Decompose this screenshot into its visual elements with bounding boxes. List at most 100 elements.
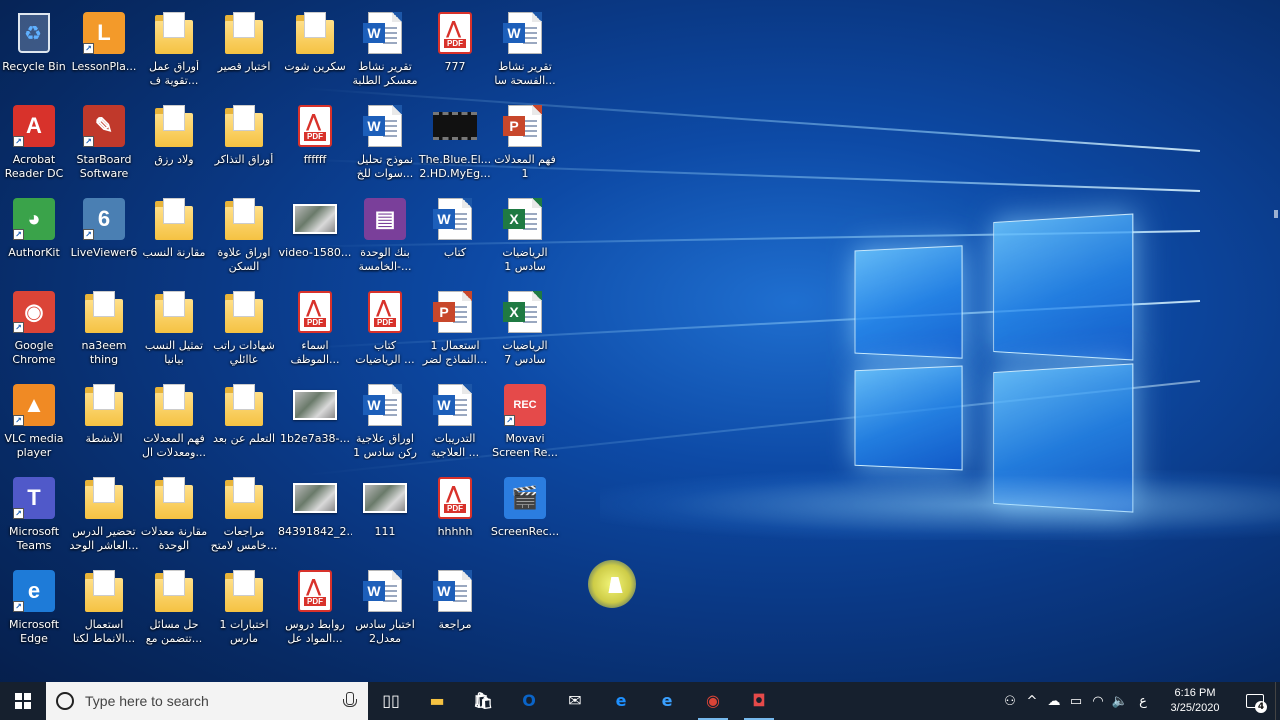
powerpoint-document-icon: P [432, 289, 478, 335]
chrome-icon: ◉ ↗ [11, 289, 57, 335]
desktop-icon[interactable]: ⋀ PDF روابط دروس المواد عل... [281, 562, 349, 650]
desktop-icon[interactable]: 1b2e7a38-... [280, 376, 350, 464]
desktop-icon[interactable]: ⋀ PDF كتاب الرياضيات ... [351, 283, 419, 371]
desktop-icon[interactable]: استعمال الانماط لكتا... [70, 562, 138, 650]
desktop-icon-label: اوراق علاجية ركن سادس 1 [353, 432, 417, 459]
microphone-icon[interactable] [342, 692, 357, 710]
show-desktop-button[interactable] [1275, 682, 1280, 720]
desktop-icon[interactable]: e ↗ Microsoft Edge [0, 562, 68, 650]
word-document-icon: W [432, 196, 478, 242]
desktop-icon[interactable]: REC ↗ Movavi Screen Re... [491, 376, 559, 464]
shortcut-arrow-icon: ↗ [13, 136, 24, 147]
onedrive-icon[interactable]: ☁ [1043, 682, 1065, 720]
desktop-icon[interactable]: X الرياضيات سادس 1 [491, 190, 559, 278]
taskbar-pinned-apps: ▯▯ ▬ 🛍 O ✉ e e ◉ ◘ [368, 682, 782, 720]
edge-button[interactable]: e [598, 682, 644, 720]
desktop-icon[interactable]: W تقرير نشاط معسكر الطلبة [351, 4, 419, 92]
desktop-icon[interactable]: مقارنة النسب [140, 190, 208, 278]
edge-icon: e [615, 691, 627, 710]
desktop-icon-label: Recycle Bin [2, 60, 66, 73]
desktop-icon[interactable]: P فهم المعدلات 1 [491, 97, 559, 185]
desktop-icon[interactable]: X الرياضيات سادس 7 [491, 283, 559, 371]
desktop-icon[interactable]: 6 ↗ LiveViewer6 [70, 190, 138, 278]
desktop-icon[interactable]: P استعمال 1 النماذج لضر... [421, 283, 489, 371]
desktop-icon[interactable]: ◉ ↗ Google Chrome [0, 283, 68, 371]
show-hidden-icons-chevron-icon[interactable]: ^ [1021, 682, 1043, 720]
desktop-icon[interactable]: مقارنة معدلات الوحدة [140, 469, 208, 557]
desktop-icon[interactable]: na3eem thing [70, 283, 138, 371]
desktop-icon[interactable]: اوراق علاوة السكن [210, 190, 278, 278]
desktop-icon[interactable]: تمثيل النسب بيانيا [140, 283, 208, 371]
desktop-icon[interactable]: T ↗ Microsoft Teams [0, 469, 68, 557]
desktop-icon[interactable]: ✎ ↗ StarBoard Software [70, 97, 138, 185]
desktop-icon[interactable]: W نموذج تحليل سوات للخ... [351, 97, 419, 185]
store-button[interactable]: 🛍 [460, 682, 506, 720]
task-view-button[interactable]: ▯▯ [368, 682, 414, 720]
recycle-bin-icon [11, 10, 57, 56]
taskbar-search-box[interactable]: Type here to search [46, 682, 368, 720]
desktop-icon-label: سكرين شوت [284, 60, 346, 73]
desktop-icon[interactable]: Recycle Bin [0, 4, 68, 92]
action-center-button[interactable]: 4 [1235, 682, 1275, 720]
image-thumbnail-icon [362, 475, 408, 521]
desktop-icon-label: كتاب [443, 246, 467, 259]
desktop-icon[interactable]: ⋀ PDF ffffff [281, 97, 349, 185]
desktop-icon[interactable]: تحضير الدرس العاشر الوحد... [69, 469, 139, 557]
outlook-button[interactable]: O [506, 682, 552, 720]
desktop-icon[interactable]: W التدريبات العلاجية ... [421, 376, 489, 464]
desktop-icon[interactable]: W اوراق علاجية ركن سادس 1 [351, 376, 419, 464]
desktop-icon[interactable]: ولاد رزق [140, 97, 208, 185]
desktop-icon[interactable]: اختبار قصير [210, 4, 278, 92]
clock[interactable]: 6:16 PM 3/25/2020 [1155, 686, 1235, 716]
desktop-icon[interactable]: W مراجعة [421, 562, 489, 650]
desktop-icon[interactable]: W اختبار سادس معدل2 [351, 562, 419, 650]
file-explorer-button[interactable]: ▬ [414, 682, 460, 720]
desktop-icon[interactable]: ⋀ PDF 777 [421, 4, 489, 92]
desktop-icon[interactable]: A ↗ Acrobat Reader DC [0, 97, 68, 185]
desktop-icon-label: بنك الوحدة الخامسة-... [358, 246, 412, 273]
starboard-icon: ✎ ↗ [81, 103, 127, 149]
desktop-icon[interactable]: ▤ بنك الوحدة الخامسة-... [351, 190, 419, 278]
chrome-button[interactable]: ◉ [690, 682, 736, 720]
desktop-icon-label: ولاد رزق [154, 153, 194, 166]
desktop-icon[interactable]: فهم المعدلات ومعدلات ال... [140, 376, 208, 464]
folder-icon [81, 568, 127, 614]
desktop-icon-label: فهم المعدلات 1 [494, 153, 556, 180]
desktop-icon[interactable]: ◕ ↗ AuthorKit [0, 190, 68, 278]
input-language-indicator[interactable]: ع [1131, 694, 1155, 709]
people-icon[interactable]: ⚇ [999, 682, 1021, 720]
desktop-icon[interactable]: ▲ ↗ VLC media player [0, 376, 68, 464]
desktop-icon[interactable]: 111 [351, 469, 419, 557]
desktop-icon[interactable]: 🎬 ScreenRec... [491, 469, 559, 557]
desktop-icon[interactable]: مراجعات خامس لامتح... [210, 469, 278, 557]
battery-icon[interactable]: ▭ [1065, 682, 1087, 720]
desktop-icon[interactable]: 84391842_2... [278, 469, 352, 557]
desktop-icon[interactable]: ⋀ PDF اسماء الموظف... [281, 283, 349, 371]
start-button[interactable] [0, 682, 46, 720]
desktop-icon[interactable]: ⋀ PDF hhhhh [421, 469, 489, 557]
movavi-button[interactable]: ◘ [736, 682, 782, 720]
edge-icon: e ↗ [11, 568, 57, 614]
notification-count-badge: 4 [1255, 701, 1267, 713]
desktop-icon[interactable]: التعلم عن بعد [210, 376, 278, 464]
volume-icon[interactable]: 🔈 [1109, 682, 1131, 720]
desktop-icon[interactable]: The.Blue.El... 2.HD.MyEg... [419, 97, 491, 185]
folder-icon [221, 475, 267, 521]
desktop-icon[interactable]: اختبارات 1 مارس [210, 562, 278, 650]
desktop-icon[interactable]: video-1580... [279, 190, 351, 278]
desktop-icon[interactable]: شهادات راتب عاائلي [210, 283, 278, 371]
desktop-icon[interactable]: أوراق عمل تقوية ف... [140, 4, 208, 92]
desktop-icon[interactable]: سكرين شوت [281, 4, 349, 92]
powerpoint-document-icon: P [502, 103, 548, 149]
acrobat-reader-icon: A ↗ [11, 103, 57, 149]
desktop-icon[interactable]: W تقرير نشاط الفسحة سا... [491, 4, 559, 92]
wifi-icon[interactable]: ◠ [1087, 682, 1109, 720]
desktop-icon[interactable]: L ↗ LessonPla... [70, 4, 138, 92]
desktop-icon[interactable]: أوراق التذاكر [210, 97, 278, 185]
word-document-icon: W [362, 382, 408, 428]
desktop-icon[interactable]: حل مسائل تتضمن مع... [140, 562, 208, 650]
internet-explorer-button[interactable]: e [644, 682, 690, 720]
desktop-icon[interactable]: W كتاب [421, 190, 489, 278]
mail-button[interactable]: ✉ [552, 682, 598, 720]
desktop-icon[interactable]: الأنشطة [70, 376, 138, 464]
